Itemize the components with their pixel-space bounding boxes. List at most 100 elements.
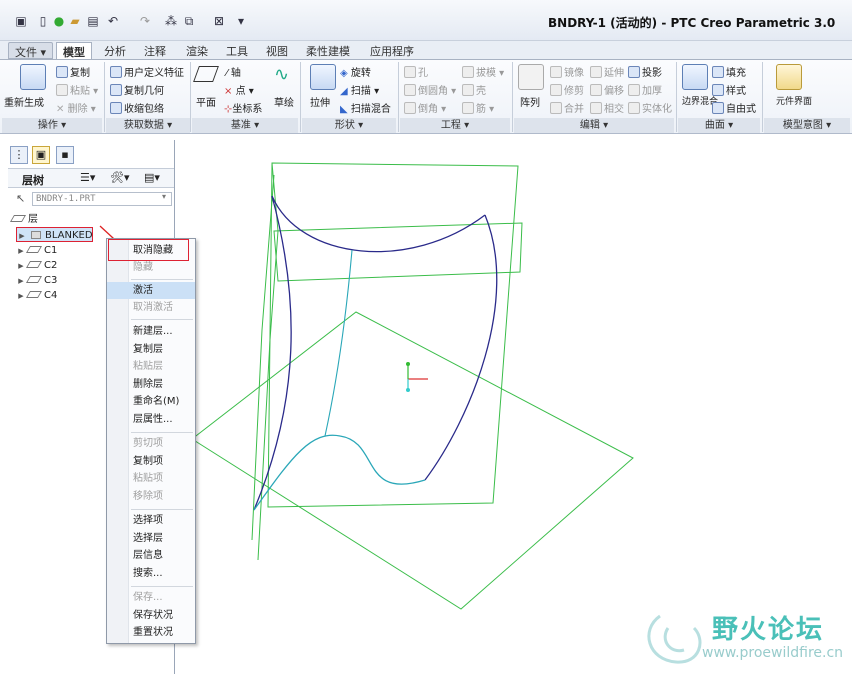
menu-item-reset-status[interactable]: 重置状况 xyxy=(107,624,195,641)
group-label-engineering[interactable]: 工程 ▾ xyxy=(400,118,510,133)
layer-item-c2[interactable]: ▶ C2 xyxy=(16,258,57,273)
layer-item-c1[interactable]: ▶ C1 xyxy=(16,243,57,258)
regenerate-icon[interactable]: ⁂ xyxy=(164,14,178,28)
freestyle-button[interactable]: 自由式 xyxy=(712,100,756,115)
solidify-button[interactable]: 实体化 xyxy=(628,100,672,115)
select-pointer-icon[interactable]: ↖ xyxy=(16,192,25,205)
round-button[interactable]: 倒圆角 ▾ xyxy=(404,82,456,97)
layer-item-c4[interactable]: ▶ C4 xyxy=(16,288,57,303)
group-label-shapes[interactable]: 形状 ▾ xyxy=(302,118,396,133)
save-icon[interactable]: ▤ xyxy=(86,14,100,28)
expand-arrow-icon[interactable]: ▶ xyxy=(17,229,27,244)
draft-button[interactable]: 拔模 ▾ xyxy=(462,64,504,79)
expand-arrow-icon[interactable]: ▶ xyxy=(16,259,26,274)
plane-button[interactable]: 平面 xyxy=(196,94,216,109)
menu-item-delete-layer[interactable]: 删除层 xyxy=(107,376,195,393)
merge-button[interactable]: 合并 xyxy=(550,100,584,115)
group-label-surfaces[interactable]: 曲面 ▾ xyxy=(678,118,760,133)
revolve-button[interactable]: ◈ 旋转 xyxy=(340,64,371,79)
group-label-get-data[interactable]: 获取数据 ▾ xyxy=(106,118,190,133)
new-icon[interactable]: ▯ xyxy=(36,14,50,28)
fill-button[interactable]: 填充 xyxy=(712,64,746,79)
layer-item-c3[interactable]: ▶ C3 xyxy=(16,273,57,288)
axis-button[interactable]: ⁄ 轴 xyxy=(226,64,241,79)
rib-button[interactable]: 筋 ▾ xyxy=(462,100,494,115)
extrude-button[interactable]: 拉伸 xyxy=(310,94,330,109)
model-selector[interactable]: BNDRY-1.PRT xyxy=(32,192,172,206)
group-label-model-intent[interactable]: 模型意图 ▾ xyxy=(764,118,850,133)
redo-icon[interactable]: ↷ xyxy=(138,14,152,28)
menu-item-layer-properties[interactable]: 层属性... xyxy=(107,411,195,428)
tab-applications[interactable]: 应用程序 xyxy=(364,42,420,59)
open-icon[interactable]: ▰ xyxy=(68,14,82,28)
expand-arrow-icon[interactable]: ▶ xyxy=(16,244,26,259)
menu-item-select-layers[interactable]: 选择层 xyxy=(107,530,195,547)
shell-button[interactable]: 壳 xyxy=(462,82,486,97)
model-tree-icon[interactable]: ⋮ xyxy=(10,146,28,164)
undo-icon[interactable]: ↶ xyxy=(106,14,120,28)
tab-file[interactable]: 文件 ▾ xyxy=(8,42,54,59)
layer-root[interactable]: 层 xyxy=(9,212,38,227)
tab-annotate[interactable]: 注释 xyxy=(138,42,172,59)
menu-item-cut-item[interactable]: 剪切项 xyxy=(107,435,195,452)
hole-button[interactable]: 孔 xyxy=(404,64,428,79)
regenerate-button[interactable]: 重新生成 xyxy=(4,94,44,109)
mirror-button[interactable]: 镜像 xyxy=(550,64,584,79)
menu-item-copy-item[interactable]: 复制项 xyxy=(107,453,195,470)
copy-geometry-button[interactable]: 复制几何 xyxy=(110,82,164,97)
tab-render[interactable]: 渲染 xyxy=(180,42,214,59)
sketch-button[interactable]: 草绘 xyxy=(274,94,294,109)
menu-item-search[interactable]: 搜索... xyxy=(107,565,195,582)
folder-browser-icon[interactable]: ▣ xyxy=(32,146,50,164)
show-icon[interactable]: ▤▾ xyxy=(144,171,160,184)
graphics-area[interactable] xyxy=(176,134,852,674)
menu-item-layer-info[interactable]: 层信息 xyxy=(107,547,195,564)
menu-item-save[interactable]: 保存... xyxy=(107,589,195,606)
trim-button[interactable]: 修剪 xyxy=(550,82,584,97)
customize-icon[interactable]: ▾ xyxy=(234,14,248,28)
favorites-icon[interactable]: ▪ xyxy=(56,146,74,164)
menu-item-copy-layer[interactable]: 复制层 xyxy=(107,341,195,358)
open-session-icon[interactable]: ● xyxy=(52,14,66,28)
delete-button[interactable]: ✕ 删除 ▾ xyxy=(56,100,96,115)
extend-button[interactable]: 延伸 xyxy=(590,64,624,79)
point-button[interactable]: × 点 ▾ xyxy=(224,82,254,97)
menu-item-select-items[interactable]: 选择项 xyxy=(107,512,195,529)
swept-blend-button[interactable]: ◣ 扫描混合 xyxy=(340,100,391,115)
intersect-button[interactable]: 相交 xyxy=(590,100,624,115)
group-label-datum[interactable]: 基准 ▾ xyxy=(192,118,298,133)
menu-item-deactivate[interactable]: 取消激活 xyxy=(107,299,195,316)
shrinkwrap-button[interactable]: 收缩包络 xyxy=(110,100,164,115)
style-button[interactable]: 样式 xyxy=(712,82,746,97)
menu-item-remove-item[interactable]: 移除项 xyxy=(107,488,195,505)
group-label-editing[interactable]: 编辑 ▾ xyxy=(514,118,674,133)
component-interface-button[interactable]: 元件界面 xyxy=(776,94,812,107)
copy-button[interactable]: 复制 xyxy=(56,64,90,79)
chamfer-button[interactable]: 倒角 ▾ xyxy=(404,100,446,115)
offset-button[interactable]: 偏移 xyxy=(590,82,624,97)
pattern-button[interactable]: 阵列 xyxy=(520,94,540,109)
group-label-operations[interactable]: 操作 ▾ xyxy=(2,118,102,133)
expand-arrow-icon[interactable]: ▶ xyxy=(16,289,26,304)
menu-item-paste-item[interactable]: 粘贴项 xyxy=(107,470,195,487)
tab-view[interactable]: 视图 xyxy=(260,42,294,59)
menu-item-activate[interactable]: 激活 xyxy=(107,282,195,299)
menu-item-hide[interactable]: 隐藏 xyxy=(107,259,195,276)
expand-arrow-icon[interactable]: ▶ xyxy=(16,274,26,289)
paste-button[interactable]: 粘贴 ▾ xyxy=(56,82,98,97)
layer-settings-icon[interactable]: ☰▾ xyxy=(80,171,95,184)
tab-tools[interactable]: 工具 xyxy=(220,42,254,59)
menu-item-paste-layer[interactable]: 粘贴层 xyxy=(107,358,195,375)
tab-analysis[interactable]: 分析 xyxy=(98,42,132,59)
project-button[interactable]: 投影 xyxy=(628,64,662,79)
menu-item-rename[interactable]: 重命名(M) xyxy=(107,393,195,410)
windows-icon[interactable]: ⧉ xyxy=(182,14,196,28)
settings-icon[interactable]: 🛠▾ xyxy=(110,171,130,184)
layer-item-blanked[interactable]: ▶ BLANKED xyxy=(16,227,93,242)
menu-item-save-status[interactable]: 保存状况 xyxy=(107,607,195,624)
menu-item-new-layer[interactable]: 新建层... xyxy=(107,323,195,340)
tab-model[interactable]: 模型 xyxy=(56,42,92,59)
tab-flexible-modeling[interactable]: 柔性建模 xyxy=(300,42,356,59)
thicken-button[interactable]: 加厚 xyxy=(628,82,662,97)
udf-button[interactable]: 用户定义特征 xyxy=(110,64,184,79)
